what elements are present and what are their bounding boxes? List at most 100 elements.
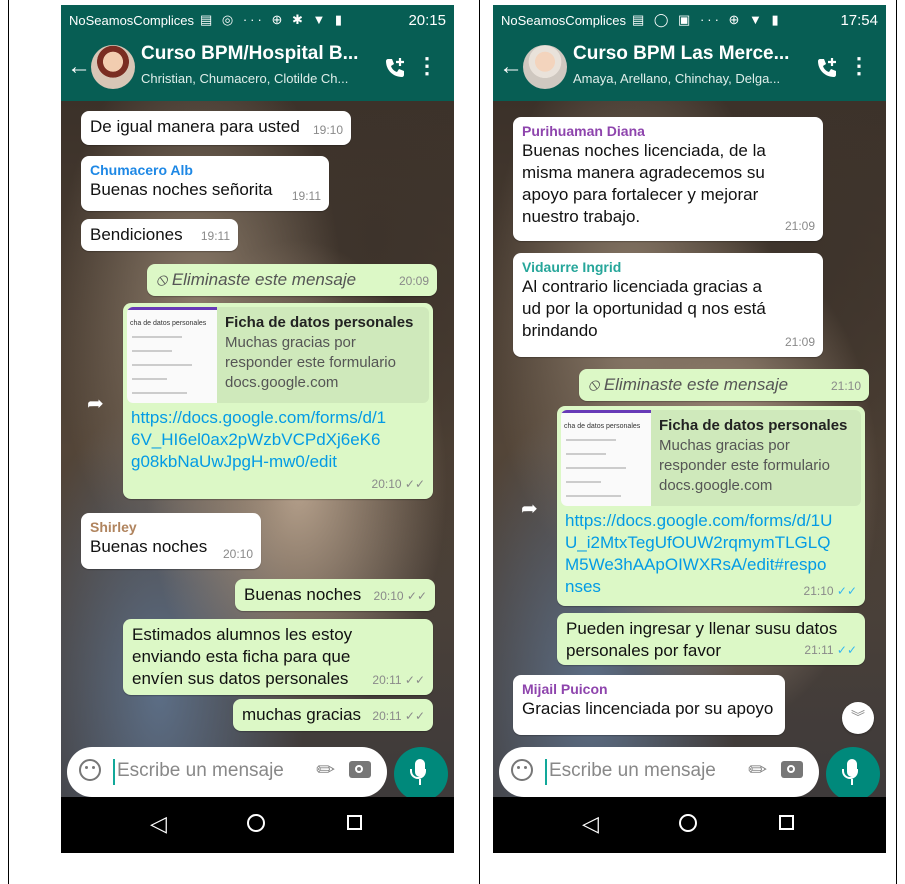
phone-screenshot-left: NoSeamosComplices ▤ ◎ ··· ⊕ ✱ ▼ ▮ 20:15 … <box>61 5 454 853</box>
message-text: Gracias lincenciada por su apoyo <box>522 699 774 718</box>
add-call-icon[interactable] <box>814 55 840 86</box>
message-input-placeholder[interactable]: Escribe un mensaje <box>549 760 716 782</box>
link-preview[interactable]: cha de datos personales Ficha de datos p… <box>127 307 429 403</box>
message-text: Bendiciones <box>90 225 183 244</box>
mic-icon[interactable] <box>826 747 880 801</box>
message-text: De igual manera para usted <box>90 117 300 136</box>
back-arrow-icon[interactable]: ← <box>499 53 523 81</box>
thumb-title: cha de datos personales <box>130 320 207 327</box>
link-preview[interactable]: cha de datos personales Ficha de datos p… <box>561 410 861 506</box>
group-avatar[interactable] <box>91 45 135 89</box>
nav-recents-icon[interactable] <box>347 815 362 830</box>
double-check-icon: ✓✓ <box>406 589 427 603</box>
frame-divider <box>479 0 480 884</box>
chat-area[interactable]: De igual manera para usted 19:10 Chumace… <box>61 101 454 797</box>
message-time: 19:10 <box>312 123 343 137</box>
preview-title: Ficha de datos personales <box>659 417 848 434</box>
message-outgoing[interactable]: Estimados alumnos les estoy enviando est… <box>123 619 433 695</box>
message-time: 21:09 <box>784 219 815 233</box>
message-incoming[interactable]: Bendiciones 19:11 <box>81 219 238 251</box>
message-time: 21:09 <box>784 335 815 349</box>
message-input-placeholder[interactable]: Escribe un mensaje <box>117 760 284 782</box>
nav-recents-icon[interactable] <box>779 815 794 830</box>
nav-home-icon[interactable] <box>679 814 697 832</box>
phone-screenshot-right: NoSeamosComplices ▤ ◯ ▣ ··· ⊕ ▼ ▮ 17:54 … <box>493 5 886 853</box>
scroll-down-icon[interactable]: ︾ <box>842 702 874 734</box>
more-vert-icon[interactable]: ⋮ <box>416 53 438 79</box>
message-text: Buenas noches <box>244 585 362 604</box>
thumb-title: cha de datos personales <box>564 423 641 430</box>
preview-description: Muchas gracias por responder este formul… <box>225 334 396 371</box>
nav-back-icon[interactable]: ◁ <box>150 811 167 837</box>
forward-icon[interactable]: ➦ <box>87 391 104 416</box>
message-outgoing[interactable]: Buenas noches 20:10 ✓✓ <box>235 579 435 611</box>
chat-area[interactable]: Purihuaman Diana Buenas noches licenciad… <box>493 101 886 797</box>
message-outgoing-deleted[interactable]: ⦸ Eliminaste este mensaje 21:10 <box>579 369 869 401</box>
message-text: Eliminaste este mensaje <box>171 270 357 289</box>
status-time: 20:15 <box>408 11 446 29</box>
chat-header: ← Curso BPM Las Merce... Amaya, Arellano… <box>493 35 886 101</box>
form-thumbnail: cha de datos personales <box>561 410 651 506</box>
double-check-icon: ✓✓ <box>404 477 425 491</box>
mic-icon[interactable] <box>394 747 448 801</box>
emoji-icon[interactable] <box>79 759 101 781</box>
back-arrow-icon[interactable]: ← <box>67 53 91 81</box>
message-sender: Shirley <box>90 519 137 535</box>
preview-domain: docs.google.com <box>225 374 339 391</box>
message-incoming[interactable]: Chumacero Alb Buenas noches señorita 19:… <box>81 156 329 211</box>
more-vert-icon[interactable]: ⋮ <box>848 53 870 79</box>
message-time: 20:10 ✓✓ <box>373 589 427 603</box>
emoji-icon[interactable] <box>511 759 533 781</box>
chat-title[interactable]: Curso BPM/Hospital B... <box>141 43 358 65</box>
double-check-icon: ✓✓ <box>836 643 857 657</box>
message-incoming[interactable]: De igual manera para usted 19:10 <box>81 111 351 145</box>
message-text: Eliminaste este mensaje <box>603 375 789 394</box>
message-outgoing-deleted[interactable]: ⦸ Eliminaste este mensaje 20:09 <box>147 264 437 296</box>
form-thumbnail: cha de datos personales <box>127 307 217 403</box>
camera-icon[interactable] <box>781 761 803 778</box>
camera-icon[interactable] <box>349 761 371 778</box>
chat-title[interactable]: Curso BPM Las Merce... <box>573 43 789 65</box>
message-incoming[interactable]: Purihuaman Diana Buenas noches licenciad… <box>513 117 823 241</box>
status-time: 17:54 <box>840 11 878 29</box>
message-link[interactable]: https://docs.google.com/forms/d/1UU_i2Mt… <box>561 510 839 598</box>
android-nav-bar: ◁ <box>493 797 886 853</box>
message-outgoing[interactable]: muchas gracias 20:11 ✓✓ <box>233 699 433 731</box>
add-call-icon[interactable] <box>382 55 408 86</box>
message-incoming[interactable]: Shirley Buenas noches 20:10 <box>81 513 261 569</box>
double-check-icon: ✓✓ <box>836 584 857 598</box>
message-time: 20:11 ✓✓ <box>372 709 425 723</box>
nav-back-icon[interactable]: ◁ <box>582 811 599 837</box>
chat-participants[interactable]: Christian, Chumacero, Clotilde Ch... <box>141 71 348 86</box>
frame-border-left <box>8 0 9 884</box>
double-check-icon: ✓✓ <box>404 709 425 723</box>
attach-icon[interactable]: ✎ <box>742 754 773 785</box>
message-text: Estimados alumnos les estoy enviando est… <box>132 625 353 688</box>
message-link[interactable]: https://docs.google.com/forms/d/16V_HI6e… <box>127 407 393 473</box>
text-cursor <box>113 759 115 785</box>
message-time: 21:11 ✓✓ <box>804 643 857 657</box>
chat-participants[interactable]: Amaya, Arellano, Chinchay, Delga... <box>573 71 780 86</box>
message-incoming[interactable]: Mijail Puicon Gracias lincenciada por su… <box>513 675 785 735</box>
message-time: 20:10 ✓✓ <box>371 477 425 491</box>
blocked-icon: ⦸ <box>588 375 604 394</box>
message-composer[interactable]: Escribe un mensaje ✎ <box>499 747 819 797</box>
message-outgoing-link[interactable]: cha de datos personales Ficha de datos p… <box>123 303 433 499</box>
attach-icon[interactable]: ✎ <box>310 754 341 785</box>
message-time: 21:10 ✓✓ <box>803 584 857 598</box>
message-outgoing[interactable]: Pueden ingresar y llenar susu datos pers… <box>557 613 865 665</box>
preview-description: Muchas gracias por responder este formul… <box>659 437 830 474</box>
message-sender: Vidaurre Ingrid <box>522 259 622 275</box>
nav-home-icon[interactable] <box>247 814 265 832</box>
frame-border-right <box>896 0 897 884</box>
message-composer[interactable]: Escribe un mensaje ✎ <box>67 747 387 797</box>
preview-domain: docs.google.com <box>659 477 773 494</box>
group-avatar[interactable] <box>523 45 567 89</box>
message-sender: Mijail Puicon <box>522 681 608 697</box>
message-outgoing-link[interactable]: cha de datos personales Ficha de datos p… <box>557 406 865 606</box>
android-nav-bar: ◁ <box>61 797 454 853</box>
message-incoming[interactable]: Vidaurre Ingrid Al contrario licenciada … <box>513 253 823 357</box>
message-time: 19:11 <box>291 189 321 203</box>
forward-icon[interactable]: ➦ <box>521 496 538 521</box>
status-bar: NoSeamosComplices ▤ ◯ ▣ ··· ⊕ ▼ ▮ 17:54 <box>493 5 886 35</box>
